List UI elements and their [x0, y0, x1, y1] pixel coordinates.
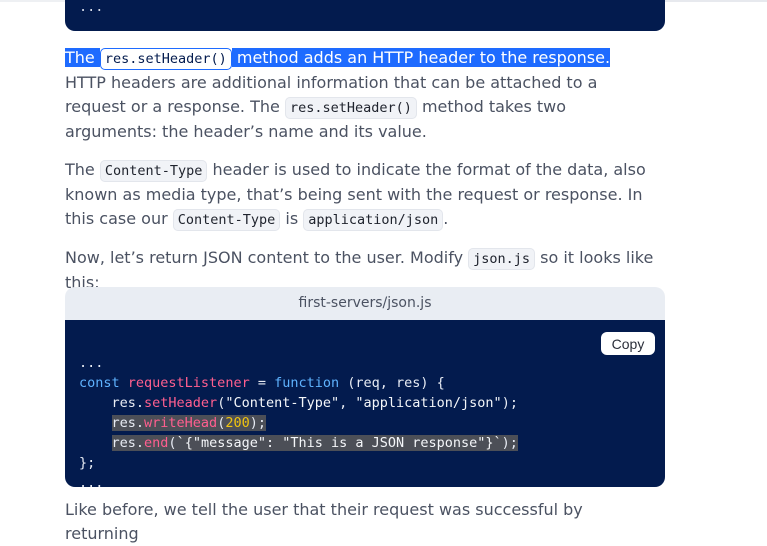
code-punct: ); [249, 415, 266, 431]
paragraph-like-before: Like before, we tell the user that their… [65, 500, 583, 543]
code-fn-end: end [144, 435, 169, 451]
code-block[interactable]: ... const requestListener = function (re… [65, 320, 665, 491]
code-highlight-writehead: res.writeHead(200); [111, 415, 266, 431]
copy-button[interactable]: Copy [601, 332, 655, 355]
code-keyword-const: const [79, 375, 120, 391]
code-string-arg1: "Content-Type" [225, 395, 340, 411]
code-obj: res. [111, 435, 145, 451]
code-highlight-end: res.end(`{"message": "This is a JSON res… [111, 435, 518, 451]
code-string-json: `{"message": "This is a JSON response"}` [176, 435, 502, 451]
inline-code-json-js: json.js [468, 248, 536, 270]
code-punct: ); [501, 395, 518, 411]
code-punct: , [339, 395, 356, 411]
paragraph-text: The [65, 160, 100, 179]
paragraph-content-type: The Content-Type header is used to indic… [65, 158, 655, 232]
header-shadow [664, 0, 767, 2]
code-line-ellipsis: ... [79, 475, 104, 491]
code-file-label: first-servers/json.js [65, 287, 665, 320]
code-line-close: }; [79, 455, 96, 471]
highlight-the: The [65, 48, 100, 67]
paragraph-text: . [443, 209, 449, 228]
code-line-1: ... [79, 355, 104, 371]
code-punct: ); [501, 435, 518, 451]
previous-code-block: ... [65, 0, 665, 31]
inline-code-application-json: application/json [303, 209, 444, 231]
code-ellipsis: ... [79, 0, 104, 15]
code-punct: ( [168, 435, 177, 451]
code-obj: res. [111, 415, 145, 431]
paragraph-text: is [280, 209, 304, 228]
paragraph-text: Now, let’s return JSON content to the us… [65, 248, 469, 267]
inline-code-content-type-2: Content-Type [172, 209, 281, 231]
inline-code-content-type: Content-Type [99, 160, 208, 182]
code-fn-writehead: writeHead [144, 415, 218, 431]
inline-code-setheader: res.setHeader() [99, 48, 232, 70]
paragraph-setheader: The res.setHeader() method adds an HTTP … [65, 46, 655, 144]
code-eq: = [249, 375, 275, 391]
code-keyword-function: function [274, 375, 340, 391]
code-fn-setheader: setHeader [144, 395, 218, 411]
code-string-arg2: "application/json" [355, 395, 502, 411]
code-obj: res. [111, 395, 145, 411]
highlight-rest: method adds an HTTP header to the respon… [231, 48, 611, 67]
code-var-name: requestListener [127, 375, 250, 391]
code-params: (req, res) { [339, 375, 445, 391]
code-number-200: 200 [225, 415, 250, 431]
inline-code-setheader-2: res.setHeader() [284, 97, 417, 119]
code-lines: ... const requestListener = function (re… [79, 333, 518, 513]
